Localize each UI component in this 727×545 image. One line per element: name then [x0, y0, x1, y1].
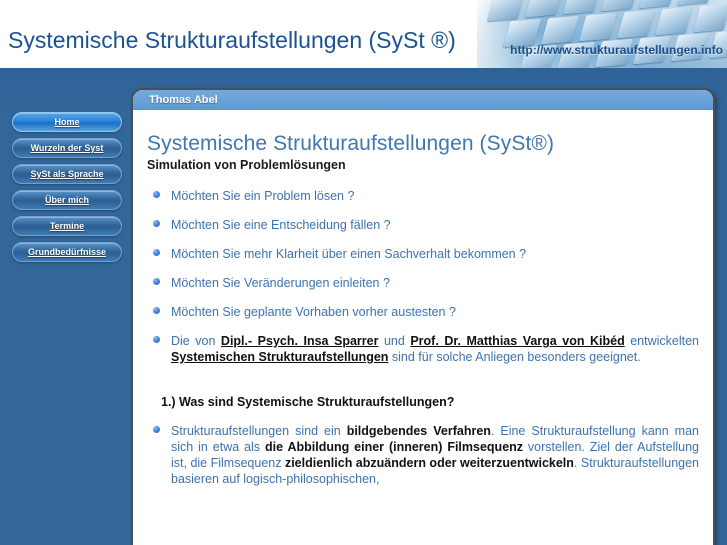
body-emph-3: zieldienlich abzuändern oder weiterzuent… [284, 456, 574, 470]
list-item-label: Möchten Sie eine Entscheidung fällen ? [171, 218, 391, 232]
list-item: Möchten Sie geplante Vorhaben vorher aus… [147, 304, 699, 320]
bullet-icon [153, 278, 160, 285]
question-list: Möchten Sie ein Problem lösen ? Möchten … [147, 188, 699, 365]
body-paragraph: Strukturaufstellungen sind ein bildgeben… [147, 423, 699, 487]
content-panel: Thomas Abel Systemische Strukturaufstell… [131, 88, 715, 545]
keyboard-photo [477, 0, 727, 68]
list-item-label: Möchten Sie mehr Klarheit über einen Sac… [171, 247, 527, 261]
list-item: Möchten Sie mehr Klarheit über einen Sac… [147, 246, 699, 262]
section-heading: 1.) Was sind Systemische Strukturaufstel… [161, 395, 455, 409]
bullet-icon [153, 426, 160, 433]
list-item-label: Möchten Sie Veränderungen einleiten ? [171, 276, 390, 290]
bullet-icon [153, 249, 160, 256]
term-systemischen-strukturaufstellungen: Systemischen Strukturaufstellungen [171, 350, 389, 364]
page-subtitle: Simulation von Problemlösungen [147, 158, 346, 172]
sidebar-item-grundbeduerfnisse[interactable]: Grundbedürfnisse [12, 242, 122, 262]
sidebar-item-syst-als-sprache[interactable]: SySt als Sprache [12, 164, 122, 184]
body-emph-1: bildgebendes Verfahren [346, 424, 491, 438]
page-root: http://www.strukturaufstellungen.info Sy… [0, 0, 727, 545]
sidebar-item-ueber-mich[interactable]: Über mich [12, 190, 122, 210]
bullet-icon [153, 307, 160, 314]
body-emph-2: die Abbildung einer (inneren) Filmsequen… [264, 440, 524, 454]
list-item: Möchten Sie eine Entscheidung fällen ? [147, 217, 699, 233]
site-banner: http://www.strukturaufstellungen.info Sy… [0, 0, 727, 68]
sidebar-nav: Home Wurzeln der Syst SySt als Sprache Ü… [0, 112, 128, 268]
panel-titlebar: Thomas Abel [133, 90, 713, 110]
intro-text-1: Die von [171, 334, 221, 348]
site-url-text: http://www.strukturaufstellungen.info [510, 43, 723, 57]
list-item-label: Möchten Sie geplante Vorhaben vorher aus… [171, 305, 456, 319]
bullet-icon [153, 220, 160, 227]
intro-text-3: entwickelten [624, 334, 700, 348]
panel-body: Systemische Strukturaufstellungen (SySt®… [133, 110, 713, 487]
sidebar-item-home[interactable]: Home [12, 112, 122, 132]
body-text-1: Strukturaufstellungen sind ein [171, 424, 347, 438]
body-list: Strukturaufstellungen sind ein bildgeben… [147, 423, 699, 487]
site-title: Systemische Strukturaufstellungen (SySt … [8, 27, 456, 53]
sidebar-item-wurzeln-der-syst[interactable]: Wurzeln der Syst [12, 138, 122, 158]
list-item: Möchten Sie ein Problem lösen ? [147, 188, 699, 204]
intro-text-4: sind für solche Anliegen besonders geeig… [388, 350, 641, 364]
intro-paragraph: Die von Dipl.- Psych. Insa Sparrer und P… [147, 333, 699, 365]
intro-text-2: und [378, 334, 411, 348]
author-insa-sparrer: Dipl.- Psych. Insa Sparrer [220, 334, 379, 348]
list-item: Möchten Sie Veränderungen einleiten ? [147, 275, 699, 291]
author-varga-von-kibed: Prof. Dr. Matthias Varga von Kibéd [410, 334, 625, 348]
page-title: Systemische Strukturaufstellungen (SySt®… [147, 132, 555, 155]
bullet-icon [153, 336, 160, 343]
bullet-icon [153, 191, 160, 198]
list-item-label: Möchten Sie ein Problem lösen ? [171, 189, 355, 203]
sidebar-item-termine[interactable]: Termine [12, 216, 122, 236]
